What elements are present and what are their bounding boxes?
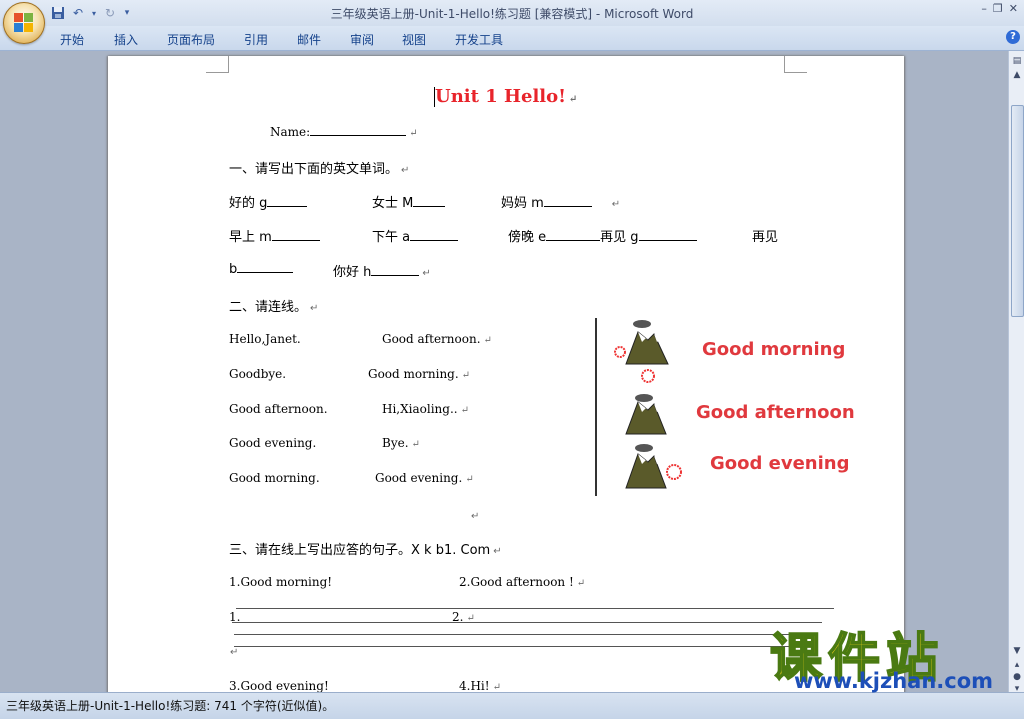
scroll-up-icon[interactable]: ▲ [1010, 69, 1024, 81]
match-left-item: Good afternoon. [229, 402, 328, 416]
window-title: 三年级英语上册-Unit-1-Hello!练习题 [兼容模式] - Micros… [330, 7, 694, 21]
vocab-item: 再见 [752, 230, 779, 245]
question-item: 4.Hi! ↵ [459, 679, 501, 692]
morning-mountain-icon [614, 320, 669, 383]
match-right-item: Hi,Xiaoling.. ↵ [382, 402, 469, 416]
answer-line [234, 634, 794, 635]
tab-developer[interactable]: 开发工具 [455, 31, 503, 48]
watermark-url: www.kjzhan.com [794, 669, 994, 693]
scroll-down-icon[interactable]: ▼ [1010, 645, 1024, 657]
match-left-item: Good morning. [229, 471, 320, 485]
tab-insert[interactable]: 插入 [114, 31, 138, 48]
document-title: Unit 1 Hello! ↵ [435, 86, 578, 107]
vocab-item: 女士 M [372, 192, 446, 211]
paragraph-mark: ↵ [230, 647, 239, 658]
tab-view[interactable]: 视图 [402, 31, 426, 48]
name-line: Name: ↵ [270, 125, 418, 139]
answer-line [234, 646, 794, 647]
office-logo-icon [14, 13, 34, 33]
crop-mark [206, 56, 229, 73]
vertical-scrollbar[interactable]: ▤ ▲ ▼ ▴ ● ▾ [1008, 51, 1024, 694]
document-area: Unit 1 Hello! ↵ Name: ↵ 一、请写出下面的英文单词。 ↵ 好的 … [0, 51, 1008, 692]
picture-label-morning: Good morning [702, 339, 846, 360]
answer-line [236, 608, 834, 609]
watermark-logo: 课件站 www.kjzhan.com [769, 616, 1010, 696]
section2-heading: 二、请连线。 ↵ [229, 300, 319, 315]
paragraph-mark: ↵ [569, 94, 578, 105]
help-icon[interactable]: ? [1006, 30, 1020, 44]
vocab-item: 妈妈 m ↵ [501, 196, 621, 211]
tab-home[interactable]: 开始 [60, 31, 84, 48]
window-controls: – ❐ ✕ [981, 2, 1018, 15]
office-button[interactable] [3, 2, 45, 44]
crop-mark [784, 56, 807, 73]
question-item: 1.Good morning! [229, 575, 333, 589]
match-left-item: Hello,Janet. [229, 332, 301, 346]
status-bar: 三年级英语上册-Unit-1-Hello!练习题: 741 个字符(近似值)。 [0, 692, 1024, 719]
match-left-item: Goodbye. [229, 367, 287, 381]
vocab-item: 好的 g [229, 192, 308, 211]
ribbon-tab-bar: 开始 插入 页面布局 引用 邮件 审阅 视图 开发工具 ? [0, 26, 1024, 51]
previous-page-icon[interactable]: ▴ [1010, 659, 1024, 671]
match-right-item: Good afternoon. ↵ [382, 332, 492, 346]
afternoon-mountain-icon [625, 394, 667, 435]
match-right-item: Good morning. ↵ [368, 367, 471, 381]
close-icon[interactable]: ✕ [1009, 2, 1018, 15]
tab-review[interactable]: 审阅 [350, 31, 374, 48]
picture-label-afternoon: Good afternoon [696, 402, 855, 423]
evening-mountain-icon [625, 444, 682, 489]
match-left-item: Good evening. [229, 436, 317, 450]
select-browse-object-icon[interactable]: ● [1010, 671, 1024, 683]
answer-line [232, 622, 822, 623]
match-right-item: Bye. ↵ [382, 436, 420, 450]
document-page[interactable]: Unit 1 Hello! ↵ Name: ↵ 一、请写出下面的英文单词。 ↵ 好的 … [108, 56, 904, 692]
restore-icon[interactable]: ❐ [993, 2, 1003, 15]
tab-page-layout[interactable]: 页面布局 [167, 31, 215, 48]
tab-references[interactable]: 引用 [244, 31, 268, 48]
scrollbar-thumb[interactable] [1011, 105, 1024, 317]
picture-label-evening: Good evening [710, 453, 850, 474]
section1-heading: 一、请写出下面的英文单词。 ↵ [229, 162, 410, 177]
divider-line [595, 318, 597, 496]
status-word-count[interactable]: 三年级英语上册-Unit-1-Hello!练习题: 741 个字符(近似值)。 [6, 697, 334, 714]
paragraph-mark: ↵ [471, 511, 480, 522]
match-right-item: Good evening. ↵ [375, 471, 474, 485]
vocab-item: 早上 m [229, 226, 320, 245]
section3-heading: 三、请在线上写出应答的句子。X k b1. Com ↵ [229, 543, 502, 558]
minimize-icon[interactable]: – [981, 2, 987, 15]
tab-mailings[interactable]: 邮件 [297, 31, 321, 48]
vocab-item: 傍晚 e 再见 g [508, 226, 697, 245]
question-item: 3.Good evening! [229, 679, 329, 692]
ruler-toggle-icon[interactable]: ▤ [1010, 55, 1024, 67]
title-bar: ↶ ▾ ↻ ▾ 三年级英语上册-Unit-1-Hello!练习题 [兼容模式] … [0, 0, 1024, 26]
vocab-item: 你好 h ↵ [333, 265, 431, 280]
vocab-item: b [229, 261, 294, 277]
vocab-item: 下午 a [372, 226, 459, 245]
question-item: 2.Good afternoon ! ↵ [459, 575, 586, 589]
